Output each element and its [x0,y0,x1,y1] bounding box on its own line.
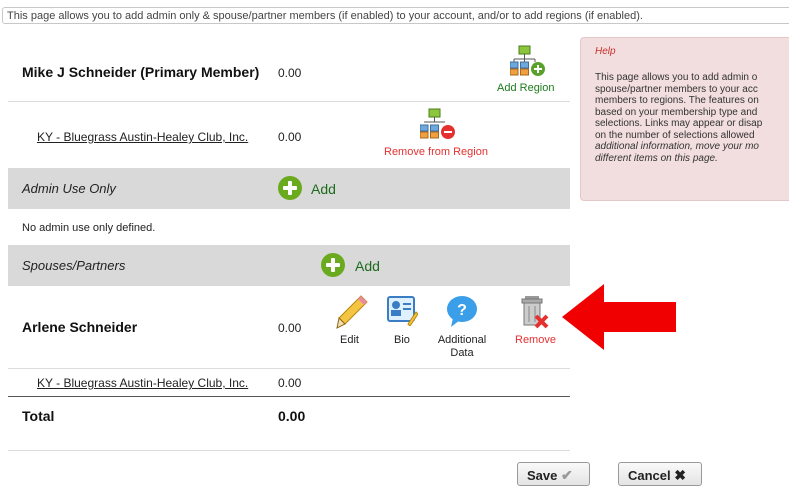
cancel-label: Cancel [628,468,671,483]
primary-member-amount: 0.00 [278,66,302,80]
add-admin-link[interactable]: Add [311,181,336,197]
question-icon[interactable]: ? [445,294,479,328]
intro-text: This page allows you to add admin only &… [2,7,789,24]
help-line: members to regions. The features on [595,95,759,106]
help-line: selections. Links may appear or disap [595,118,763,129]
help-line: based on your membership type and [595,106,758,118]
total-amount: 0.00 [278,408,306,424]
save-label: Save [527,468,558,483]
cancel-button[interactable]: Cancel ✖ [618,462,702,486]
help-line: spouse/partner members to your acc [595,83,758,95]
spouse-region-amount: 0.00 [278,376,302,390]
row-divider [8,101,570,102]
help-title: Help [595,46,616,57]
add-region-link[interactable]: Add Region [497,82,555,94]
spouse-name: Arlene Schneider [22,319,138,335]
bio-label[interactable]: Bio [394,334,410,346]
spouses-title: Spouses/Partners [22,258,126,273]
svg-text:?: ? [457,302,467,319]
row-divider [8,450,570,451]
add-spouse-icon[interactable] [321,253,345,277]
add-spouse-link[interactable]: Add [355,258,380,274]
trash-icon[interactable] [519,294,549,330]
total-divider [8,396,570,397]
remove-region-icon[interactable] [419,108,456,140]
add-admin-icon[interactable] [278,176,302,200]
total-label: Total [22,408,55,424]
pencil-icon[interactable] [335,294,369,330]
add-region-icon[interactable] [509,45,546,77]
remove-from-region-link[interactable]: Remove from Region [384,146,488,158]
save-button[interactable]: Save ✔ [517,462,590,486]
row-divider [8,368,570,369]
admin-empty-text: No admin use only defined. [22,222,156,234]
spouse-region-link[interactable]: KY - Bluegrass Austin-Healey Club, Inc. [37,376,248,390]
region-link[interactable]: KY - Bluegrass Austin-Healey Club, Inc. [37,130,248,144]
help-panel: Help This page allows you to add admin o… [580,37,789,201]
help-body: This page allows you to add admin o spou… [595,72,789,164]
checkmark-icon: ✔ [561,467,573,483]
additional-data-label[interactable]: Additional Data [430,334,494,360]
edit-label[interactable]: Edit [340,334,359,346]
help-line: additional information, move your mo [595,141,759,152]
red-arrow-annotation [562,284,676,350]
region-amount: 0.00 [278,130,302,144]
help-line: different items on this page. [595,152,718,164]
remove-spouse-link[interactable]: Remove [515,334,556,346]
help-line: This page allows you to add admin o [595,72,758,83]
help-line: on the number of selections allowed [595,129,755,141]
close-icon: ✖ [674,467,686,483]
spouse-amount: 0.00 [278,321,302,335]
admin-use-only-title: Admin Use Only [22,181,116,196]
bio-icon[interactable] [386,294,419,327]
primary-member-name: Mike J Schneider (Primary Member) [22,64,260,80]
spouses-header: Spouses/Partners [8,245,570,286]
